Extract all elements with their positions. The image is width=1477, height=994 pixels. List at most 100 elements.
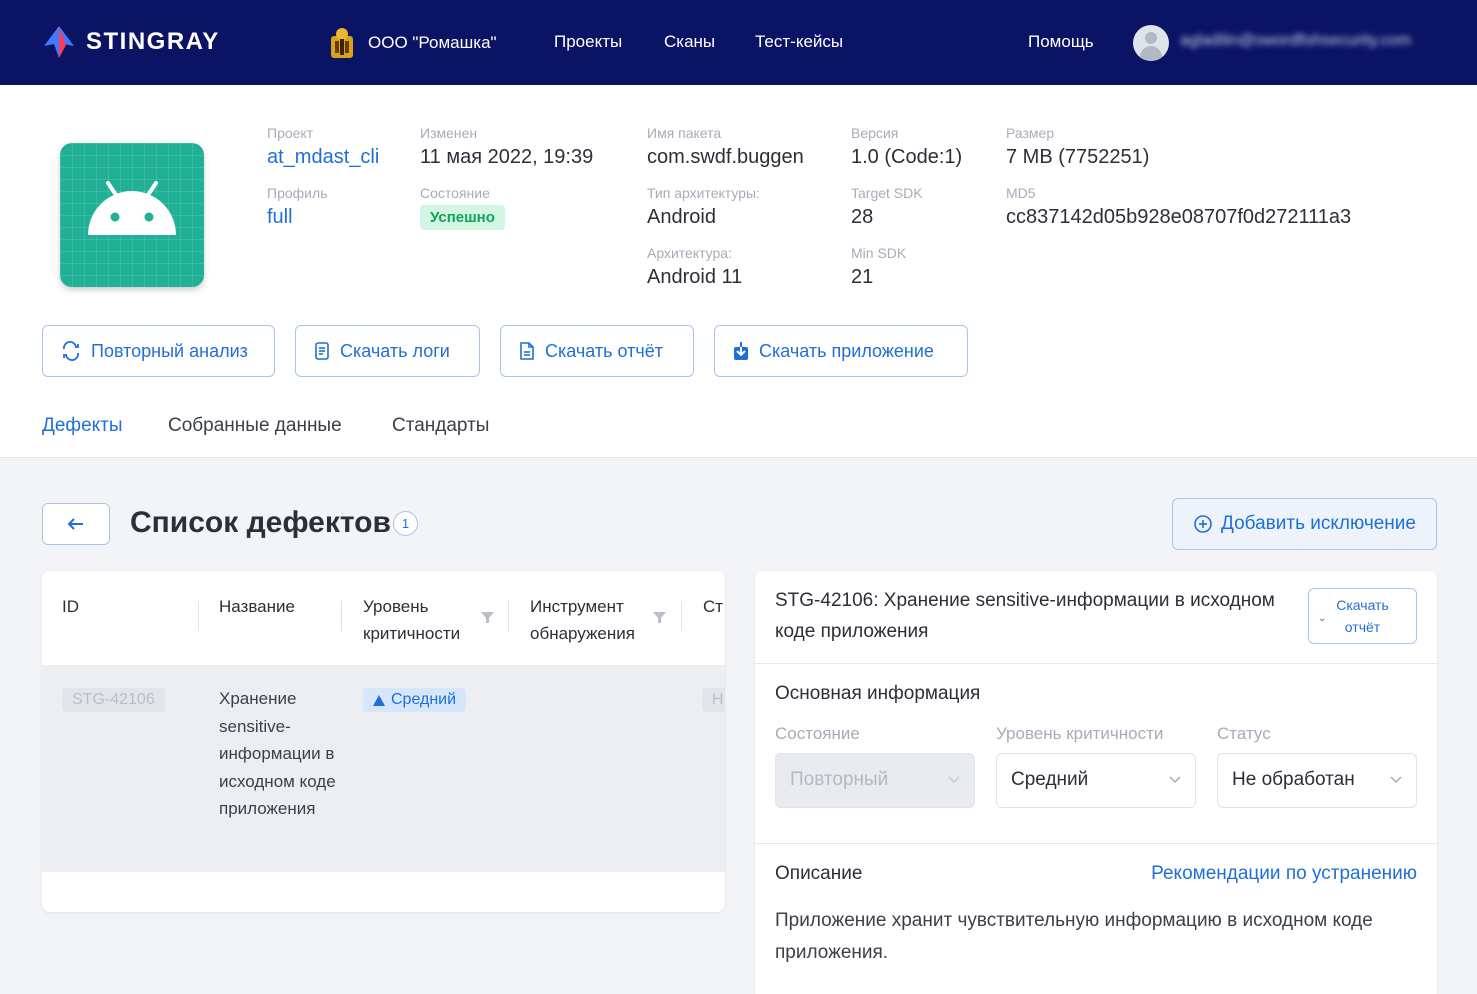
table-row[interactable]: STG-42106 Хранение sensitive-информации … bbox=[42, 665, 725, 872]
status-field-label: Статус bbox=[1217, 724, 1271, 743]
column-header-status[interactable]: Ст bbox=[703, 593, 723, 620]
arch-type-value: Android bbox=[647, 206, 716, 228]
version-value: 1.0 (Code:1) bbox=[851, 146, 963, 168]
meta-state: Состояние Успешно bbox=[420, 184, 505, 230]
size-label: Размер bbox=[1006, 125, 1055, 141]
status-select[interactable]: Не обработан bbox=[1217, 753, 1417, 808]
download-app-label: Скачать приложение bbox=[759, 340, 934, 361]
log-file-icon bbox=[315, 342, 329, 360]
state-select: Повторный bbox=[775, 753, 975, 808]
arch-label: Архитектура: bbox=[647, 245, 732, 261]
state-select-value: Повторный bbox=[790, 769, 889, 790]
nav-test-cases[interactable]: Тест-кейсы bbox=[755, 32, 843, 52]
arrow-left-icon bbox=[67, 518, 83, 530]
arch-value: Android 11 bbox=[647, 266, 743, 288]
add-exception-label: Добавить исключение bbox=[1221, 513, 1416, 534]
project-link[interactable]: at_mdast_cli bbox=[267, 144, 379, 170]
org-emblem-icon bbox=[331, 28, 353, 58]
column-header-id[interactable]: ID bbox=[62, 593, 79, 620]
add-exception-button[interactable]: Добавить исключение bbox=[1172, 498, 1437, 550]
defect-name: Хранение sensitive-информации в исходном… bbox=[219, 689, 336, 818]
column-header-tool[interactable]: Инструмент обнаружения bbox=[530, 593, 650, 647]
meta-project: Проект at_mdast_cli bbox=[267, 124, 379, 170]
severity-select[interactable]: Средний bbox=[996, 753, 1196, 808]
avatar-head bbox=[1145, 32, 1157, 44]
user-email[interactable]: agladilin@swordfishsecurity.com bbox=[1180, 32, 1411, 50]
meta-version: Версия 1.0 (Code:1) bbox=[851, 124, 962, 170]
meta-package: Имя пакета com.swdf.buggen bbox=[647, 124, 804, 170]
profile-link[interactable]: full bbox=[267, 204, 327, 230]
md5-label: MD5 bbox=[1006, 185, 1036, 201]
column-divider bbox=[508, 601, 509, 631]
download-logs-button[interactable]: Скачать логи bbox=[295, 325, 480, 377]
reanalyze-button[interactable]: Повторный анализ bbox=[42, 325, 275, 377]
meta-size: Размер 7 MB (7752251) bbox=[1006, 124, 1149, 170]
meta-arch-type: Тип архитектуры: Android bbox=[647, 184, 760, 230]
logo-text: STINGRAY bbox=[86, 28, 220, 55]
nav-projects[interactable]: Проекты bbox=[554, 32, 622, 52]
project-label: Проект bbox=[267, 125, 314, 141]
changed-value: 11 мая 2022, 19:39 bbox=[420, 146, 594, 168]
meta-changed: Изменен 11 мая 2022, 19:39 bbox=[420, 124, 593, 170]
tab-standards[interactable]: Стандарты bbox=[392, 415, 489, 437]
changed-label: Изменен bbox=[420, 125, 478, 141]
meta-min-sdk: Min SDK 21 bbox=[851, 244, 906, 290]
severity-select-value: Средний bbox=[1011, 769, 1089, 790]
detail-download-report-button[interactable]: ⌄ Скачать отчёт bbox=[1308, 588, 1417, 644]
status-chip: Н bbox=[702, 688, 725, 712]
download-logs-label: Скачать логи bbox=[340, 340, 450, 361]
stingray-logo-icon bbox=[44, 26, 74, 58]
download-report-label: Скачать отчёт bbox=[545, 340, 663, 361]
main-info-heading: Основная информация bbox=[775, 683, 981, 704]
column-divider bbox=[681, 601, 682, 631]
package-value: com.swdf.buggen bbox=[647, 146, 804, 168]
column-header-name[interactable]: Название bbox=[219, 593, 295, 620]
download-report-button[interactable]: Скачать отчёт bbox=[500, 325, 694, 377]
detail-title: STG-42106: Хранение sensitive-информации… bbox=[775, 590, 1275, 642]
version-label: Версия bbox=[851, 125, 899, 141]
filter-icon[interactable] bbox=[481, 611, 494, 624]
logo[interactable]: STINGRAY bbox=[42, 24, 220, 60]
org-name: ООО "Ромашка" bbox=[368, 33, 497, 52]
tab-collected-data[interactable]: Собранные данные bbox=[168, 415, 342, 437]
state-badge: Успешно bbox=[420, 205, 505, 230]
app-info-panel: Проект at_mdast_cli Профиль full Изменен… bbox=[0, 85, 1477, 458]
meta-arch: Архитектура: Android 11 bbox=[647, 244, 742, 290]
defects-count-badge: 1 bbox=[393, 511, 418, 536]
app-icon bbox=[60, 143, 204, 287]
meta-md5: MD5 cc837142d05b928e08707f0d272111a3 bbox=[1006, 184, 1351, 230]
min-sdk-value: 21 bbox=[851, 266, 874, 288]
arch-type-label: Тип архитектуры: bbox=[647, 185, 760, 201]
column-header-severity[interactable]: Уровень критичности bbox=[363, 593, 473, 647]
filter-icon[interactable] bbox=[653, 611, 666, 624]
android-icon bbox=[88, 181, 176, 235]
defects-table: ID Название Уровень критичности Инструме… bbox=[42, 571, 725, 912]
recommendations-link[interactable]: Рекомендации по устранению bbox=[1151, 863, 1417, 885]
top-navbar: STINGRAY ООО "Ромашка" Проекты Сканы Тес… bbox=[0, 0, 1477, 85]
target-sdk-value: 28 bbox=[851, 206, 874, 228]
refresh-icon bbox=[63, 341, 79, 361]
avatar[interactable] bbox=[1133, 25, 1169, 61]
meta-profile: Профиль full bbox=[267, 184, 327, 230]
target-sdk-label: Target SDK bbox=[851, 185, 923, 201]
profile-label: Профиль bbox=[267, 185, 328, 201]
severity-label: Средний bbox=[391, 691, 457, 708]
reanalyze-label: Повторный анализ bbox=[91, 340, 248, 361]
chevron-down-icon bbox=[948, 776, 960, 784]
md5-value: cc837142d05b928e08707f0d272111a3 bbox=[1006, 206, 1352, 228]
download-app-button[interactable]: Скачать приложение bbox=[714, 325, 968, 377]
nav-scans[interactable]: Сканы bbox=[664, 32, 715, 52]
org-selector[interactable]: ООО "Ромашка" bbox=[326, 26, 497, 60]
chevron-down-icon bbox=[1169, 776, 1181, 784]
description-heading: Описание bbox=[775, 863, 863, 884]
back-button[interactable] bbox=[42, 503, 110, 545]
plus-circle-icon bbox=[1194, 515, 1212, 533]
tab-defects[interactable]: Дефекты bbox=[42, 415, 123, 437]
min-sdk-label: Min SDK bbox=[851, 245, 907, 261]
size-value: 7 MB (7752251) bbox=[1006, 146, 1150, 168]
warning-triangle-icon bbox=[373, 694, 385, 706]
meta-target-sdk: Target SDK 28 bbox=[851, 184, 923, 230]
download-app-icon bbox=[734, 342, 748, 360]
defect-detail-panel: STG-42106: Хранение sensitive-информации… bbox=[755, 571, 1437, 994]
help-link[interactable]: Помощь bbox=[1028, 32, 1094, 52]
